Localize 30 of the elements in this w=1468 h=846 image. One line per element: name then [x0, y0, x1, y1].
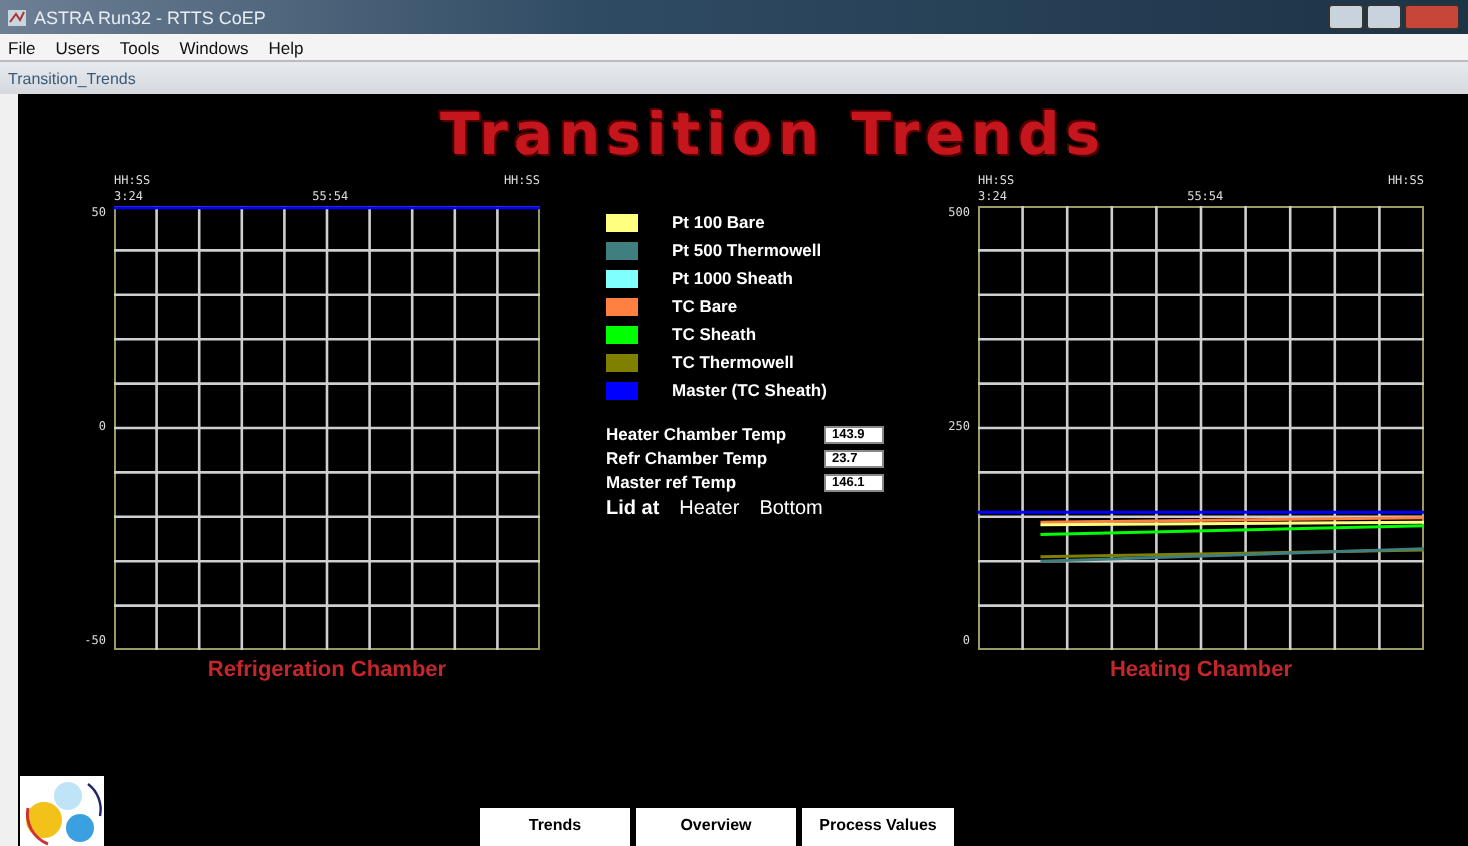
document-tab[interactable]: Transition_Trends: [8, 69, 136, 87]
gears-logo-icon: [20, 776, 104, 846]
menu-item[interactable]: Windows: [179, 37, 249, 57]
nav-button[interactable]: Trends: [480, 808, 630, 846]
lid-chamber: Heater: [679, 498, 740, 520]
minimize-button[interactable]: [1328, 4, 1364, 30]
legend-label: Master (TC Sheath): [672, 380, 827, 400]
nav-button[interactable]: Overview: [636, 808, 796, 846]
legend-label: Pt 1000 Sheath: [672, 268, 793, 288]
legend-label: Pt 500 Thermowell: [672, 240, 822, 260]
lid-label: Lid at: [606, 498, 660, 520]
screen-heading: Transition Trends: [437, 98, 1108, 172]
legend-label: Pt 100 Bare: [672, 212, 765, 232]
lid-position: Bottom: [759, 498, 823, 520]
menu-item[interactable]: Help: [268, 37, 304, 57]
chamber-title: Heating Chamber: [1109, 658, 1293, 682]
app-icon: [8, 9, 26, 25]
menu-item[interactable]: Users: [55, 37, 100, 57]
menu-item[interactable]: Tools: [119, 37, 160, 57]
reading-label: Master ref Temp: [606, 472, 737, 492]
legend-label: TC Bare: [672, 296, 738, 316]
reading-label: Heater Chamber Temp: [606, 424, 787, 444]
chamber-title: Refrigeration Chamber: [207, 658, 447, 682]
legend-label: TC Sheath: [672, 324, 757, 344]
maximize-button[interactable]: [1366, 4, 1402, 30]
window-title: ASTRA Run32 - RTTS CoEP: [34, 7, 266, 27]
legend-label: TC Thermowell: [672, 352, 794, 372]
nav-button[interactable]: Process Values: [802, 808, 954, 846]
reading-label: Refr Chamber Temp: [606, 448, 768, 468]
menu-item[interactable]: File: [8, 37, 36, 57]
